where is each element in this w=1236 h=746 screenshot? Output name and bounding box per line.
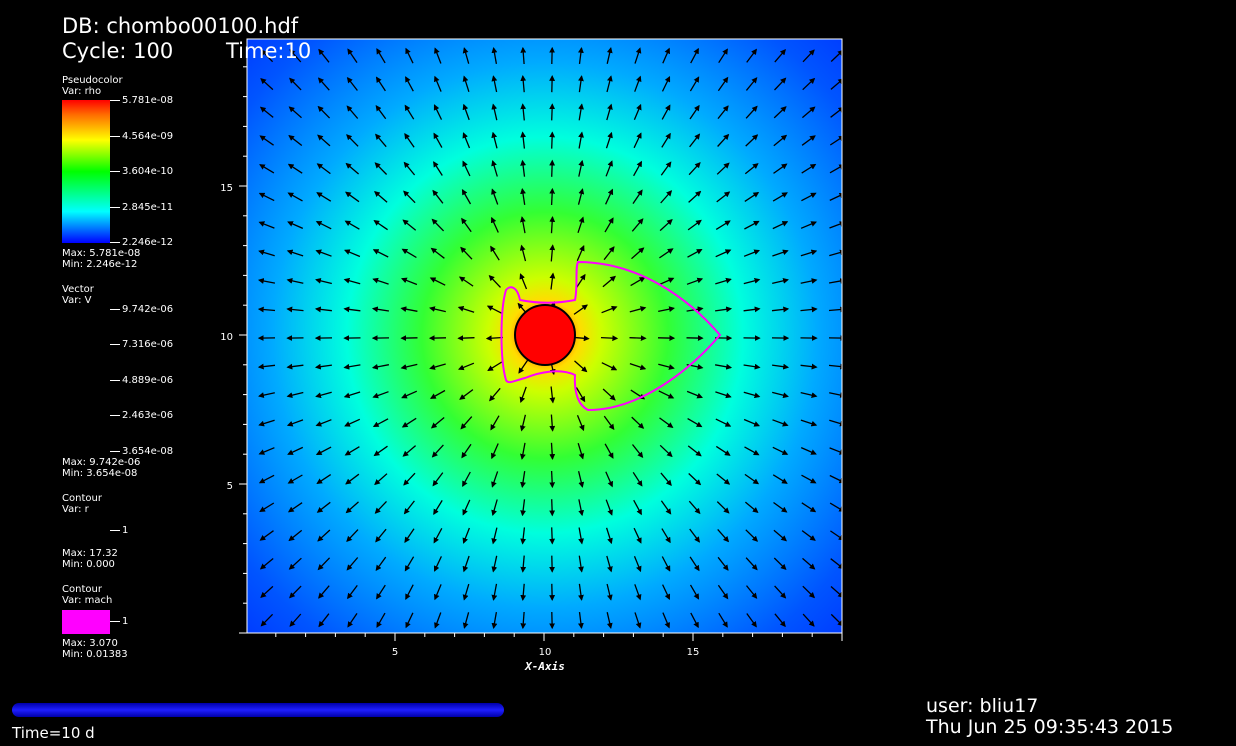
time-slider[interactable]: [12, 703, 504, 717]
pseudocolor-colorbar: [62, 100, 110, 243]
vector-min: Min: 3.654e-08: [62, 468, 138, 479]
contour-mach-swatch: [62, 610, 110, 634]
pseudocolor-legend-var: Var: rho: [62, 86, 102, 97]
contour-r-legend-title: Contour: [62, 493, 102, 504]
velocity-arrow: [549, 470, 556, 489]
plot-canvas: 5 10 15 15 10 5 X-Axis: [220, 38, 847, 673]
x-tick-label: 10: [539, 647, 552, 658]
time-label: Time:10: [226, 39, 312, 63]
vector-max: Max: 9.742e-06: [62, 457, 141, 468]
pseudocolor-tick: 3.604e-10: [110, 167, 173, 177]
x-axis-label: X-Axis: [524, 660, 565, 673]
velocity-arrow: [549, 103, 556, 121]
date-label: Thu Jun 25 09:35:43 2015: [926, 716, 1174, 738]
contour-r-circle: [514, 304, 576, 366]
x-tick-label: 15: [687, 647, 700, 658]
contour-mach-legend-var: Var: mach: [62, 595, 113, 606]
user-label: user: bliu17: [926, 695, 1039, 717]
contour-r-max: Max: 17.32: [62, 548, 118, 559]
contour-mach-min: Min: 0.01383: [62, 649, 128, 660]
y-tick-label: 15: [220, 183, 233, 194]
vector-tick: 4.889e-06: [110, 376, 173, 386]
velocity-arrow: [549, 187, 556, 206]
contour-r-tick: 1: [110, 526, 128, 536]
vector-tick: 7.316e-06: [110, 340, 173, 350]
velocity-arrow: [549, 527, 556, 545]
velocity-arrow: [600, 335, 619, 342]
velocity-arrow: [629, 335, 647, 342]
velocity-arrow: [549, 159, 556, 177]
pseudocolor-tick: 2.246e-12: [110, 238, 173, 248]
pseudocolor-min: Min: 2.246e-12: [62, 259, 138, 270]
contour-r-legend-var: Var: r: [62, 504, 89, 515]
vector-tick: 2.463e-06: [110, 411, 173, 421]
pseudocolor-legend-title: Pseudocolor: [62, 75, 123, 86]
contour-mach-legend-title: Contour: [62, 584, 102, 595]
contour-mach-tick: 1: [110, 617, 128, 627]
contour-r-min: Min: 0.000: [62, 559, 115, 570]
vector-tick: 3.654e-08: [110, 447, 173, 457]
vector-legend-title: Vector: [62, 284, 94, 295]
velocity-arrow: [549, 499, 556, 517]
pseudocolor-tick: 2.845e-11: [110, 203, 173, 213]
vector-tick: 9.742e-06: [110, 305, 173, 315]
y-tick-label: 10: [220, 332, 233, 343]
vector-legend-var: Var: V: [62, 295, 92, 306]
pseudocolor-tick: 5.781e-08: [110, 96, 173, 106]
velocity-arrow: [457, 335, 475, 342]
velocity-arrow: [549, 131, 556, 149]
cycle-label: Cycle: 100: [62, 39, 174, 63]
x-tick-label: 5: [392, 647, 398, 658]
contour-mach-max: Max: 3.070: [62, 638, 118, 649]
y-tick-label: 5: [227, 481, 233, 492]
pseudocolor-max: Max: 5.781e-08: [62, 248, 141, 259]
time-slider-label: Time=10 d: [12, 724, 95, 742]
pseudocolor-tick: 4.564e-09: [110, 132, 173, 142]
